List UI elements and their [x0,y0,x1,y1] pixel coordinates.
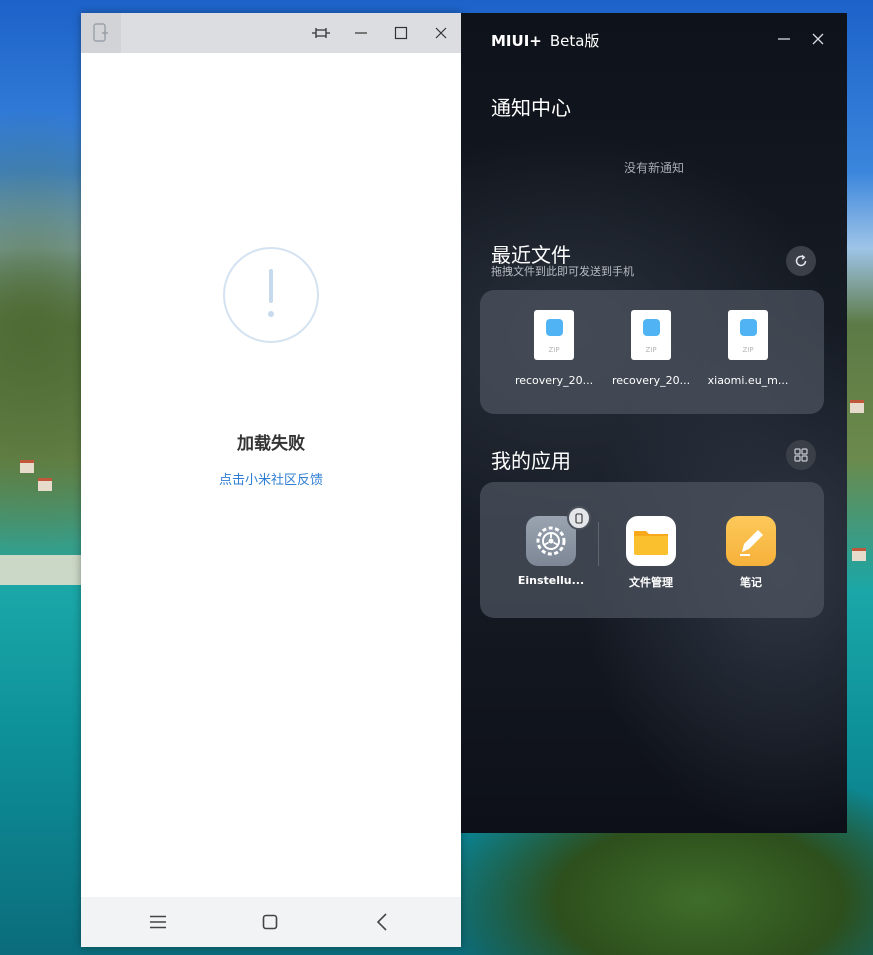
phone-app-icon[interactable] [81,13,121,53]
close-icon [812,33,824,45]
app-file-manager[interactable]: 文件管理 [606,516,696,590]
recent-files-subtitle: 拖拽文件到此即可发送到手机 [491,265,634,278]
close-button[interactable] [421,13,461,53]
file-item[interactable]: ZIP xiaomi.eu_m... [700,310,796,387]
zip-file-icon: ZIP [631,310,671,360]
maximize-icon [394,26,408,40]
app-name: 文件管理 [629,576,673,589]
zip-badge [643,319,660,336]
exclamation-bar [269,269,273,303]
feedback-link[interactable]: 点击小米社区反馈 [81,469,461,488]
back-chevron-icon [376,913,387,931]
back-nav-button[interactable] [362,907,402,937]
pin-icon [312,28,330,38]
home-nav-button[interactable] [250,907,290,937]
refresh-icon [795,254,807,267]
phone-titlebar [81,13,461,53]
file-name: recovery_20... [514,374,594,387]
my-apps-title: 我的应用 [491,449,571,473]
zip-file-icon: ZIP [534,310,574,360]
phone-screen: 加载失败 点击小米社区反馈 [81,53,461,897]
minimize-icon [355,32,367,34]
menu-icon [150,915,166,929]
apps-divider [598,522,599,566]
wallpaper-house [20,460,34,473]
file-item[interactable]: ZIP recovery_20... [603,310,699,387]
close-icon [435,27,447,39]
maximize-button[interactable] [381,13,421,53]
miui-plus-panel: MIUI+ Beta版 通知中心 没有新通知 最近文件 拖拽文件到此即可发送到手机… [461,13,847,833]
file-name: xiaomi.eu_m... [707,374,789,387]
notifications-empty: 没有新通知 [623,161,684,175]
settings-gear-icon [526,506,591,566]
recent-files-card: ZIP recovery_20... ZIP recovery_20... ZI… [480,290,824,414]
all-apps-button[interactable] [786,440,816,470]
zip-badge [740,319,757,336]
notes-pencil-icon [726,516,776,566]
my-apps-card: Einstellu... 文件管理 笔记 [480,482,824,618]
app-notes[interactable]: 笔记 [706,516,796,590]
minimize-button[interactable] [341,13,381,53]
refresh-button[interactable] [786,246,816,276]
app-name: Einstellu... [517,574,585,587]
pin-button[interactable] [301,13,341,53]
phone-mirror-window: 加载失败 点击小米社区反馈 [81,13,461,947]
wallpaper-house [38,478,52,491]
zip-file-icon: ZIP [728,310,768,360]
panel-close-button[interactable] [804,25,832,53]
exclamation-dot [268,311,274,317]
error-title: 加载失败 [237,434,305,454]
zip-badge [546,319,563,336]
panel-minimize-button[interactable] [770,25,798,53]
phone-add-icon [93,23,108,42]
file-manager-folder-icon [626,516,676,566]
home-square-icon [262,914,278,930]
grid-icon [794,448,808,462]
app-name: 笔记 [740,576,762,589]
phone-navbar [81,897,461,947]
miui-brand: MIUI+ Beta版 [491,32,600,50]
app-settings[interactable]: Einstellu... [506,506,596,587]
wallpaper-house [850,400,864,413]
file-item[interactable]: ZIP recovery_20... [506,310,602,387]
notifications-title: 通知中心 [491,96,571,120]
minimize-icon [778,38,790,40]
wallpaper-house [852,548,866,561]
error-exclamation-icon [223,247,319,343]
phone-badge-icon [567,506,591,530]
file-name: recovery_20... [611,374,691,387]
menu-nav-button[interactable] [138,907,178,937]
wallpaper-beach [0,555,82,585]
